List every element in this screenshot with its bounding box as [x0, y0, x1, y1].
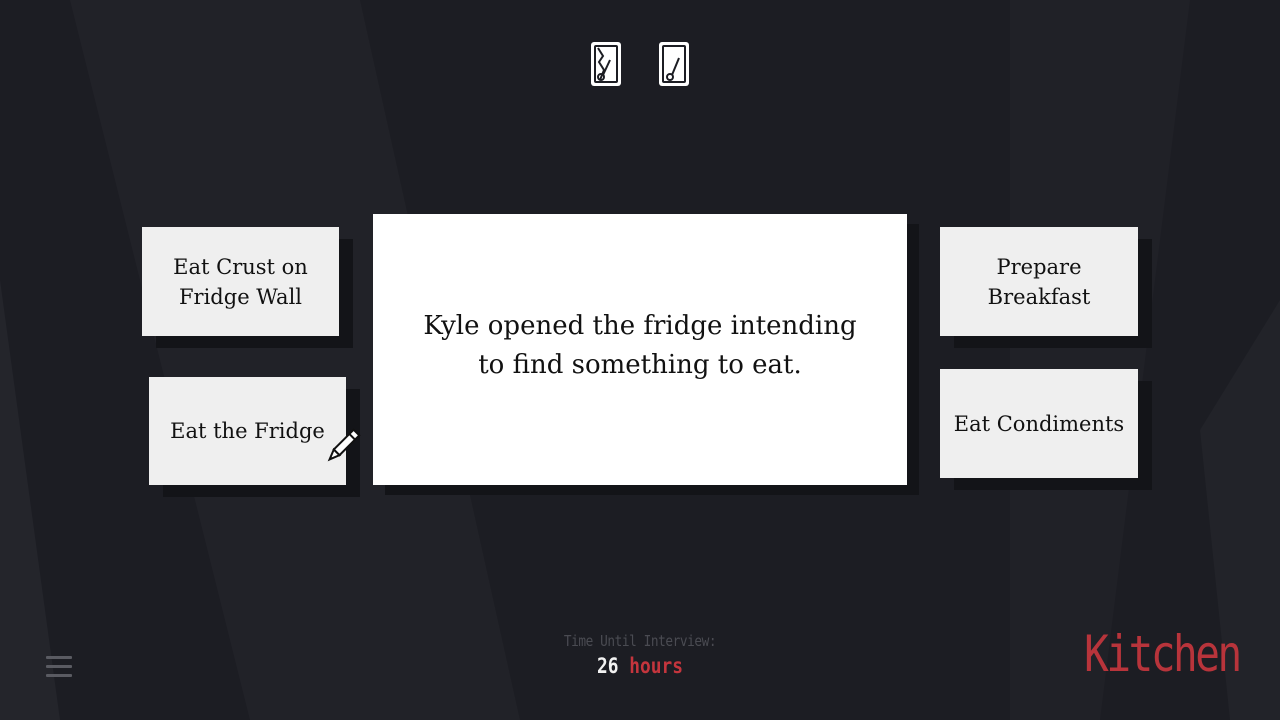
- option-prepare-breakfast-button[interactable]: Prepare Breakfast: [940, 227, 1138, 336]
- timer-value: 26 hours: [555, 652, 725, 680]
- location-title: Kitchen: [1084, 625, 1242, 683]
- option-eat-fridge-button[interactable]: Eat the Fridge: [149, 377, 346, 485]
- option-label: Eat the Fridge: [170, 419, 325, 443]
- game-screen: Eat Crust on Fridge Wall Eat the Fridge …: [0, 0, 1280, 720]
- cracked-card-icon: [589, 40, 623, 88]
- interview-timer: Time Until Interview: 26 hours: [540, 630, 740, 680]
- card-icon: [657, 40, 691, 88]
- option-eat-crust-button[interactable]: Eat Crust on Fridge Wall: [142, 227, 339, 336]
- menu-icon[interactable]: [46, 656, 72, 680]
- story-card: Kyle opened the fridge intending to find…: [373, 214, 907, 485]
- timer-unit: hours: [629, 654, 683, 678]
- timer-label: Time Until Interview:: [563, 632, 717, 650]
- option-label: Eat Crust on Fridge Wall: [173, 254, 308, 309]
- timer-number: 26: [596, 654, 619, 678]
- option-label: Prepare Breakfast: [987, 254, 1091, 309]
- option-label: Eat Condiments: [953, 411, 1125, 436]
- option-eat-condiments-button[interactable]: Eat Condiments: [940, 369, 1138, 478]
- pen-cursor-icon: [327, 428, 361, 462]
- story-text: Kyle opened the fridge intending to find…: [423, 310, 857, 380]
